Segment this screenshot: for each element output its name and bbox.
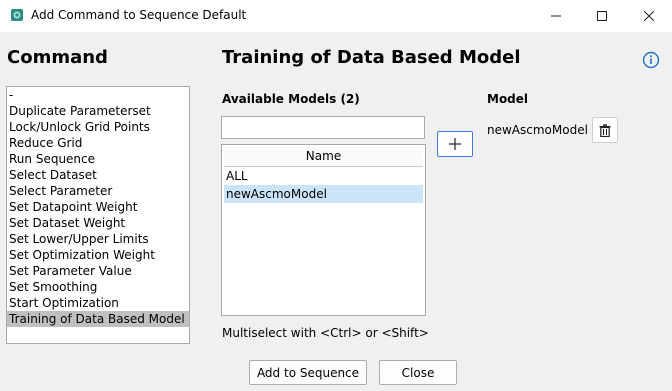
selected-model-value: newAscmoModel [487, 123, 588, 137]
add-to-sequence-button[interactable]: Add to Sequence [249, 360, 367, 385]
available-models-label: Available Models (2) [222, 92, 360, 106]
info-icon[interactable] [642, 51, 660, 69]
list-item[interactable]: Set Optimization Weight [7, 247, 189, 263]
multiselect-hint: Multiselect with <Ctrl> or <Shift> [222, 326, 429, 340]
title-bar: Add Command to Sequence Default [0, 0, 672, 32]
list-item[interactable]: - [7, 87, 189, 103]
list-item[interactable]: Set Datapoint Weight [7, 199, 189, 215]
available-models-table[interactable]: Name ALL newAscmoModel [221, 144, 426, 316]
model-search-input[interactable] [221, 116, 425, 139]
remove-model-button[interactable] [592, 117, 618, 143]
list-item[interactable]: Reduce Grid [7, 135, 189, 151]
model-label: Model [487, 92, 529, 106]
list-item[interactable]: Select Dataset [7, 167, 189, 183]
add-model-button[interactable] [437, 131, 473, 157]
command-list[interactable]: - Duplicate Parameterset Lock/Unlock Gri… [6, 86, 190, 344]
table-row[interactable]: ALL [224, 167, 423, 185]
maximize-icon [597, 11, 607, 21]
list-item[interactable]: Set Smoothing [7, 279, 189, 295]
close-window-button[interactable] [626, 0, 672, 32]
window-title: Add Command to Sequence Default [31, 8, 247, 22]
maximize-button[interactable] [579, 0, 625, 32]
page-title: Training of Data Based Model [222, 47, 521, 68]
list-item-selected[interactable]: Training of Data Based Model [7, 311, 189, 327]
column-header-name[interactable]: Name [224, 147, 423, 167]
close-button[interactable]: Close [379, 360, 457, 385]
list-item[interactable]: Select Parameter [7, 183, 189, 199]
list-item[interactable]: Run Sequence [7, 151, 189, 167]
minimize-button[interactable] [533, 0, 579, 32]
app-icon [11, 9, 23, 21]
plus-icon [449, 138, 461, 150]
list-item[interactable]: Duplicate Parameterset [7, 103, 189, 119]
list-item[interactable]: Lock/Unlock Grid Points [7, 119, 189, 135]
trash-icon [599, 123, 611, 137]
command-heading: Command [7, 47, 108, 68]
list-item[interactable]: Set Dataset Weight [7, 215, 189, 231]
minimize-icon [551, 15, 561, 17]
close-icon [644, 11, 654, 21]
table-row-selected[interactable]: newAscmoModel [224, 185, 423, 203]
list-item[interactable]: Set Lower/Upper Limits [7, 231, 189, 247]
list-item[interactable]: Set Parameter Value [7, 263, 189, 279]
list-item[interactable]: Start Optimization [7, 295, 189, 311]
